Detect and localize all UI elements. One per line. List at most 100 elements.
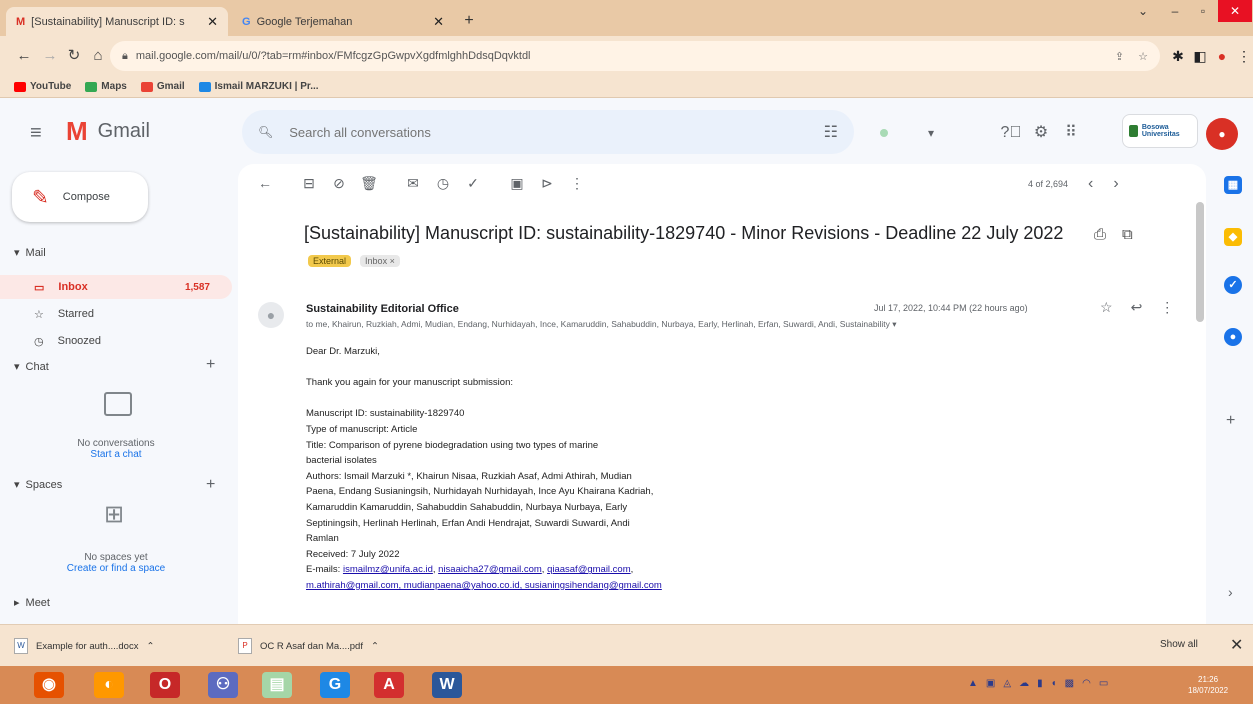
cloud-tray-icon[interactable]: ☁ [1019,678,1029,689]
status-selector[interactable]: ▾ [880,122,976,144]
forward-icon[interactable]: → [40,46,60,66]
star-icon[interactable]: ☆ [1100,299,1113,316]
file-explorer-taskbar-icon[interactable]: ▤ [262,672,292,698]
wifi-tray-icon[interactable]: ◠ [1082,678,1091,689]
recipients-line[interactable]: to me, Khairun, Ruzkiah, Admi, Mudian, E… [306,319,1096,330]
browser-tab-gmail[interactable]: M [Sustainability] Manuscript ID: s ✕ [6,7,228,36]
word-taskbar-icon[interactable]: W [432,672,462,698]
extensions-icon[interactable]: ✱ [1168,46,1188,66]
add-task-icon[interactable]: ✓ [458,175,488,192]
new-chat-plus-icon[interactable]: + [206,356,215,374]
apps-grid-icon[interactable]: ⠿ [1060,122,1082,144]
compose-button[interactable]: ✎ Compose [12,172,148,222]
calendar-icon[interactable]: ▦ [1224,176,1242,194]
reply-icon[interactable]: ↩ [1131,299,1143,316]
taskbar-clock[interactable]: 21:26 18/07/2022 [1188,674,1228,696]
get-addons-plus-icon[interactable]: + [1226,412,1235,430]
notification-tray-icon[interactable]: ▭ [1099,678,1108,689]
sender-name[interactable]: Sustainability Editorial Office [306,303,459,315]
close-tab-icon[interactable]: ✕ [207,14,218,30]
tray-app-icon[interactable]: ▣ [986,678,995,689]
scrollbar-thumb[interactable] [1196,202,1204,322]
account-avatar[interactable]: ● [1206,118,1238,150]
warning-tray-icon[interactable]: ▲ [968,678,978,689]
meet-section-header[interactable]: ▸ Meet [14,596,50,610]
label-icon[interactable]: ⊳ [532,175,562,192]
settings-gear-icon[interactable]: ⚙ [1030,122,1052,144]
network-tray-icon[interactable]: ◬ [1003,678,1011,689]
nav-item-starred[interactable]: ☆ Starred [0,302,232,326]
search-bar[interactable]: 🔍︎ ☷ [242,110,854,154]
move-to-icon[interactable]: ▣ [502,175,532,192]
show-all-button[interactable]: Show all [1160,639,1198,650]
people-taskbar-icon[interactable]: ⚇ [208,672,238,698]
search-icon[interactable]: 🔍︎ [258,125,273,139]
open-in-new-window-icon[interactable]: ⧉ [1122,226,1133,243]
nav-item-inbox[interactable]: ▭ Inbox 1,587 [0,275,232,299]
home-icon[interactable]: ⌂ [88,46,108,66]
bookmark-star-icon[interactable]: ☆ [1138,50,1148,63]
more-icon[interactable]: ⋮ [1160,299,1174,316]
back-icon[interactable]: ← [14,46,34,66]
older-chevron-icon[interactable]: › [1113,175,1118,193]
more-options-icon[interactable]: ⋮ [562,175,592,192]
new-tab-button[interactable]: + [458,12,480,30]
minimize-icon[interactable]: – [1160,0,1190,22]
new-space-plus-icon[interactable]: + [206,476,215,494]
chevron-up-icon[interactable]: ⌃ [371,641,379,652]
close-tab-icon[interactable]: ✕ [433,14,444,30]
tasks-icon[interactable]: ✓ [1224,276,1242,294]
mark-unread-icon[interactable]: ✉ [398,175,428,192]
address-bar[interactable]: 🔒︎ mail.google.com/mail/u/0/?tab=rm#inbo… [110,41,1160,71]
install-icon[interactable]: ⇪ [1115,50,1124,63]
inbox-label[interactable]: Inbox × [360,254,400,267]
browser-tab-translate[interactable]: G Google Terjemahan ✕ [232,7,454,36]
bookmark-youtube[interactable]: YouTube [14,81,71,92]
reload-icon[interactable]: ↻ [64,46,84,66]
create-space-link[interactable]: Create or find a space [67,563,165,574]
tab-search-icon[interactable]: ⌄ [1128,0,1158,22]
start-chat-link[interactable]: Start a chat [90,449,141,460]
search-input[interactable] [289,124,770,140]
keep-icon[interactable]: ◆ [1224,228,1242,246]
email-link[interactable]: qiaasaf@gmail.com [547,564,631,575]
battery-tray-icon[interactable]: ▮ [1037,678,1043,689]
nav-item-snoozed[interactable]: ◷ Snoozed [0,329,232,353]
bookmark-gmail[interactable]: Gmail [140,81,185,92]
download-item-docx[interactable]: W Example for auth....docx ⌃ [14,635,154,657]
spaces-section-header[interactable]: ▾ Spaces [14,478,62,492]
archive-icon[interactable]: ⊟ [294,175,324,192]
chat-section-header[interactable]: ▾ Chat [14,360,49,374]
newer-chevron-icon[interactable]: ‹ [1088,175,1093,193]
contacts-icon[interactable]: ● [1224,328,1242,346]
report-spam-icon[interactable]: ⊘ [324,175,354,192]
search-options-icon[interactable]: ☷ [824,122,838,142]
sidepanel-icon[interactable]: ◧ [1190,46,1210,66]
bookmark-maps[interactable]: Maps [85,81,127,92]
profile-icon[interactable]: ● [1212,46,1232,66]
menu-icon[interactable]: ⋮ [1234,46,1253,66]
main-menu-icon[interactable]: ≡ [30,122,42,145]
firefox-taskbar-icon[interactable]: ◐ [94,672,124,698]
chrome-taskbar-icon[interactable]: ◉ [34,672,64,698]
email-link[interactable]: m.athirah@gmail.com, mudianpaena@yahoo.c… [306,580,662,591]
mail-section-header[interactable]: ▾ Mail [14,246,46,260]
email-link[interactable]: nisaaicha27@gmail.com [438,564,542,575]
back-to-inbox-icon[interactable]: ← [250,175,280,191]
close-downloads-icon[interactable]: ✕ [1230,635,1243,655]
print-icon[interactable]: ⎙ [1094,226,1106,243]
snooze-icon[interactable]: ◷ [428,175,458,192]
volume-tray-icon[interactable]: ◖ [1051,678,1057,689]
maximize-icon[interactable]: ▫ [1188,0,1218,22]
download-item-pdf[interactable]: P OC R Asaf dan Ma....pdf ⌃ [238,635,379,657]
opera-taskbar-icon[interactable]: O [150,672,180,698]
email-link[interactable]: ismailmz@unifa.ac.id [343,564,433,575]
chevron-up-icon[interactable]: ⌃ [146,641,154,652]
show-side-panel-chevron-icon[interactable]: › [1228,584,1233,600]
acrobat-taskbar-icon[interactable]: A [374,672,404,698]
close-window-icon[interactable]: ✕ [1218,0,1252,22]
gmail-logo[interactable]: M Gmail [66,118,150,144]
google-chrome-taskbar-icon[interactable]: G [320,672,350,698]
language-tray-icon[interactable]: ▩ [1065,678,1074,689]
bookmark-marzuki[interactable]: Ismail MARZUKI | Pr... [198,81,319,92]
